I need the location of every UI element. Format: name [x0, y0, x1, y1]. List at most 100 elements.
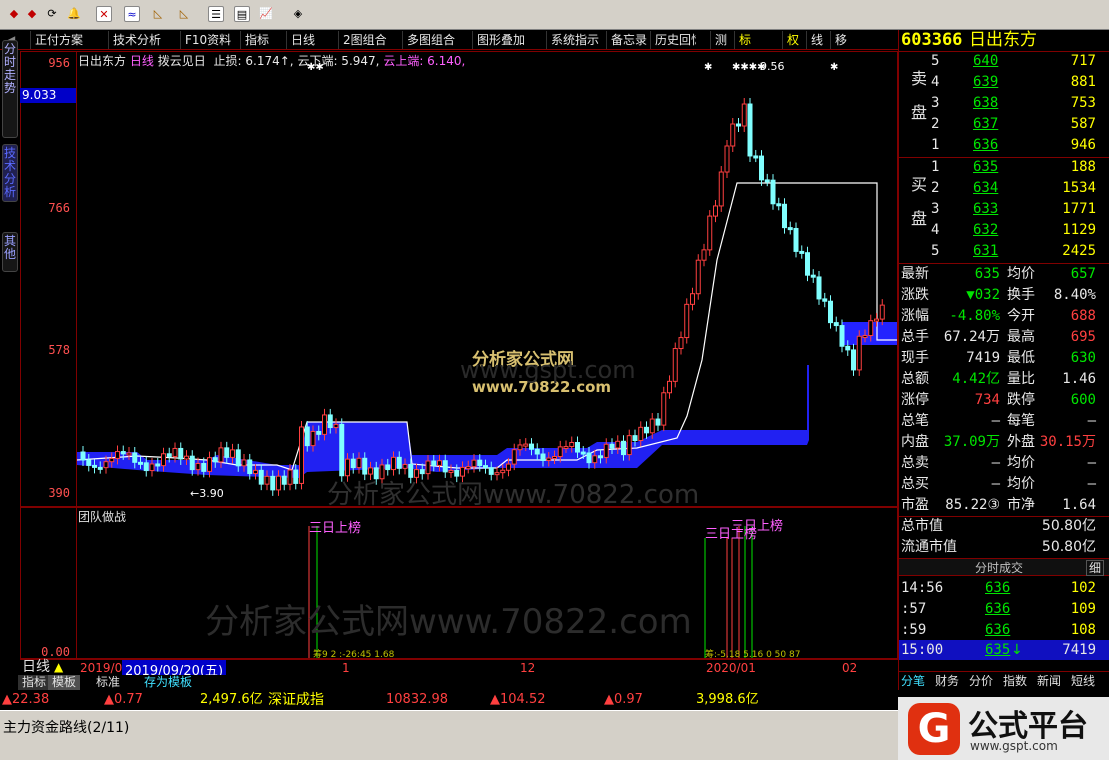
candle-body [184, 455, 189, 460]
candle-body [166, 453, 172, 457]
ask-row: 4 639 881 [899, 72, 1109, 93]
status-text: 主力资金路线(2/11) [3, 720, 130, 736]
candle-body [598, 455, 603, 459]
toolbar-item[interactable]: 测 [710, 31, 731, 49]
toolbar-item[interactable]: 标 [734, 31, 755, 49]
stat-value: – [991, 476, 1000, 492]
tab-time-sharing[interactable]: 分时走势 [2, 40, 18, 138]
tab-standard[interactable]: 标准 [92, 675, 124, 690]
volume: 946 [1070, 137, 1096, 153]
stat-value: 630 [1070, 350, 1096, 366]
candle-body [224, 447, 230, 458]
candle-body [701, 249, 707, 261]
draw-tool2-icon[interactable]: ◺ [176, 6, 192, 22]
level: 2 [931, 180, 940, 196]
diamond-right-icon[interactable]: ◆ [24, 6, 40, 22]
toolbar-item[interactable]: 技术分析 [108, 31, 165, 49]
stat-row: 最新 635 均价 657 [899, 264, 1109, 285]
candle-body [649, 418, 655, 434]
news-icon[interactable]: ▤ [234, 6, 250, 22]
bell-icon[interactable]: 🔔 [66, 6, 82, 22]
index-ticker[interactable]: ▲22.38 ▲0.77 2,497.6亿 深证成指 10832.98 ▲104… [0, 690, 898, 710]
tab-template[interactable]: 模板 [48, 675, 81, 690]
candle-body [603, 443, 609, 458]
y-tick-label: 956 [48, 56, 70, 70]
candle-body [115, 451, 120, 459]
tab-news[interactable]: 新闻 [1037, 672, 1061, 690]
toolbar-item[interactable]: 图形叠加 [472, 31, 529, 49]
price: 633 [973, 201, 999, 217]
toolbar-item[interactable]: 正付方案 [30, 31, 87, 49]
toolbar-item[interactable]: 指标 [240, 31, 273, 49]
level: 3 [931, 95, 940, 111]
bid-row: 3 633 1771 [899, 199, 1109, 220]
period-indicator[interactable]: 日线 [22, 660, 50, 675]
index-change: ▲104.52 [490, 692, 546, 707]
list-icon[interactable]: ☰ [208, 6, 224, 22]
tab-other[interactable]: 其他 [2, 232, 18, 272]
level: 3 [931, 201, 940, 217]
candle-body [201, 462, 207, 472]
draw-tool-icon[interactable]: ◺ [150, 6, 166, 22]
tab-indicator[interactable]: 指标 [18, 675, 51, 690]
toolbar-item[interactable]: 系统指示 [546, 31, 603, 49]
analysis-icon[interactable]: 📈 [258, 6, 274, 22]
diamond-left-icon[interactable]: ◆ [6, 6, 22, 22]
tab-save-template[interactable]: 存为模板 [140, 675, 196, 690]
y-tick-label: 390 [48, 486, 70, 500]
stat-value: 635 [974, 266, 1000, 282]
stat-value: 1.64 [1062, 497, 1096, 513]
candle-body [753, 155, 759, 159]
candle-body [448, 469, 454, 473]
stat-row: 总额 4.42亿 量比 1.46 [899, 369, 1109, 390]
candle-body [782, 203, 787, 229]
tab-price-dist[interactable]: 分价 [969, 672, 993, 690]
candle-body [258, 469, 264, 485]
tab-finance[interactable]: 财务 [935, 672, 959, 690]
candle-body [431, 460, 437, 466]
chart-red-icon[interactable]: ✕ [96, 6, 112, 22]
tab-short-term[interactable]: 短线 [1071, 672, 1095, 690]
candle-body [546, 457, 552, 461]
level: 1 [931, 159, 940, 175]
stat-label: 市净 [1007, 497, 1035, 513]
toolbar-item[interactable]: 日线 [286, 31, 319, 49]
stat-value: 7419 [966, 350, 1000, 366]
toolbar-item[interactable]: 历史回忆 [650, 31, 696, 49]
toolbar-item[interactable]: 权 [782, 31, 803, 49]
star-marks: ✱✱✱✱ [732, 62, 766, 73]
period-up-icon[interactable]: ▲ [54, 660, 63, 674]
stat-label: 每笔 [1007, 413, 1035, 429]
candle-body [845, 345, 851, 351]
candle-body [736, 123, 741, 127]
toolbar-item[interactable]: 线 [806, 31, 827, 49]
refresh-icon[interactable]: ⟳ [44, 6, 60, 22]
candle-body [465, 466, 471, 470]
candle-body [143, 462, 149, 472]
candle-body [805, 252, 810, 276]
stat-row: 涨幅 -4.80% 今开 688 [899, 306, 1109, 327]
stat-row: 现手 7419 最低 630 [899, 348, 1109, 369]
tab-technical-analysis[interactable]: 技术分析 [2, 144, 18, 202]
tick-row: :59 636 108 [899, 620, 1109, 641]
tab-index[interactable]: 指数 [1003, 672, 1027, 690]
stat-value: -4.80% [949, 308, 1000, 324]
ask-row: 3 638 753 [899, 93, 1109, 114]
price: 640 [973, 53, 999, 69]
candle-body [730, 123, 736, 147]
toolbar-item[interactable]: 2图组合 [338, 31, 391, 49]
help-icon[interactable]: ◈ [290, 6, 306, 22]
candle-body [396, 456, 402, 469]
toolbar-item[interactable]: 备忘录 [606, 31, 651, 49]
chart-line-icon[interactable]: ≈ [124, 6, 140, 22]
price: 637 [973, 116, 999, 132]
tab-ticks[interactable]: 分笔 [901, 672, 925, 690]
candle-body [644, 426, 649, 434]
candle-body [552, 456, 557, 460]
tick-detail-button[interactable]: 细 [1085, 560, 1104, 576]
candle-body [264, 475, 270, 485]
toolbar-item[interactable]: 多图组合 [402, 31, 459, 49]
toolbar-item[interactable]: F10资料 [180, 31, 235, 49]
candle-body [851, 349, 856, 371]
toolbar-item[interactable]: 移 [830, 31, 851, 49]
